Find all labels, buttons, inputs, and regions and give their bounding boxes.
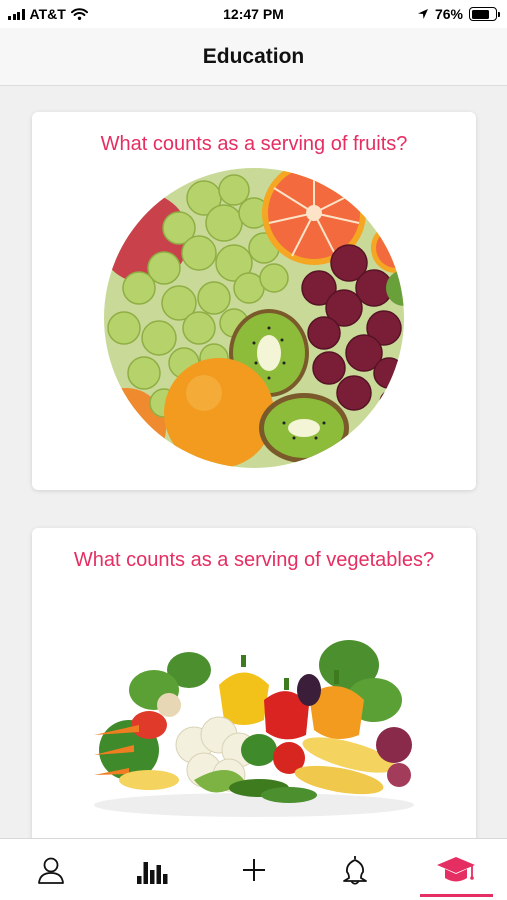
stats-icon bbox=[137, 861, 168, 884]
page-title: Education bbox=[202, 44, 305, 68]
status-right: 76% bbox=[417, 6, 500, 22]
tab-stats[interactable] bbox=[101, 839, 202, 900]
fruit-serving-card[interactable]: What counts as a serving of fruits? bbox=[32, 112, 476, 490]
card-title: What counts as a serving of vegetables? bbox=[73, 549, 435, 571]
profile-icon bbox=[37, 857, 64, 884]
card-title: What counts as a serving of fruits? bbox=[100, 133, 408, 155]
tab-profile[interactable] bbox=[0, 839, 101, 900]
add-icon bbox=[242, 858, 265, 881]
status-bar: AT&T 12:47 PM 76% bbox=[0, 0, 507, 28]
location-arrow-icon bbox=[417, 9, 428, 19]
bell-icon bbox=[343, 855, 367, 885]
graduation-cap-icon bbox=[437, 856, 476, 881]
battery-fill bbox=[471, 9, 489, 19]
navigation-bar: Education bbox=[0, 28, 507, 86]
tab-bar bbox=[0, 838, 507, 900]
tab-notifications[interactable] bbox=[304, 839, 405, 900]
tab-add[interactable] bbox=[203, 839, 304, 900]
vegetables-image bbox=[94, 640, 414, 817]
fruits-image bbox=[104, 168, 404, 468]
vegetable-serving-card[interactable]: What counts as a serving of vegetables? bbox=[32, 528, 476, 858]
tab-education[interactable] bbox=[406, 839, 507, 900]
battery-percentage: 76% bbox=[434, 6, 463, 22]
battery-icon bbox=[469, 7, 500, 21]
